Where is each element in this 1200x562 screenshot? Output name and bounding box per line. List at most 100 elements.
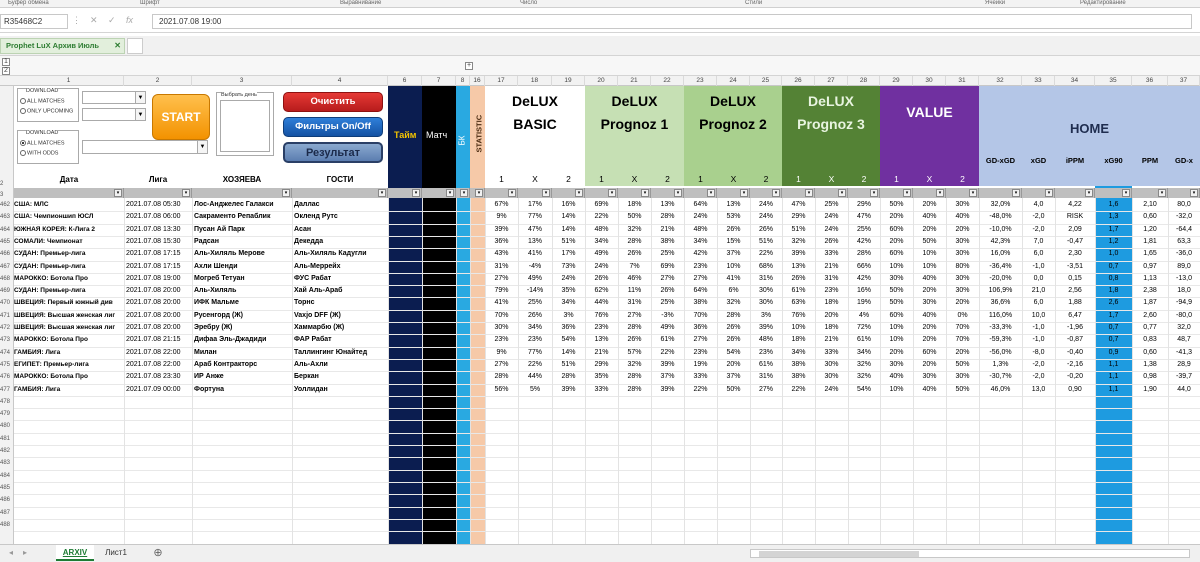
filter-dropdown-icon[interactable]: ▾ <box>508 189 516 197</box>
cell-value[interactable]: 23% <box>684 347 717 359</box>
row-number[interactable]: 478 <box>0 396 14 408</box>
cell-value[interactable]: 32,0% <box>979 199 1022 211</box>
cell-value[interactable]: 1,6 <box>1095 199 1132 211</box>
cell-value[interactable]: 0,60 <box>1132 211 1168 223</box>
cell-value[interactable]: 0,7 <box>1095 261 1132 273</box>
cell-value[interactable]: -0,40 <box>1055 347 1095 359</box>
column-number[interactable]: 36 <box>1132 76 1168 86</box>
cell-value[interactable]: 27% <box>618 310 651 322</box>
cell-value[interactable]: 23% <box>815 285 848 297</box>
cell-value[interactable]: 36% <box>552 322 585 334</box>
cell-value[interactable]: 32% <box>848 359 880 371</box>
namebox-dropdown-icon[interactable]: ⋮ <box>72 15 81 26</box>
row-number[interactable]: 480 <box>0 420 14 432</box>
cell-value[interactable]: 28% <box>618 371 651 383</box>
cell-home-team[interactable]: Араб Контракторс <box>194 359 292 371</box>
column-number[interactable]: 26 <box>782 76 815 86</box>
cell-value[interactable]: 37% <box>651 371 684 383</box>
row-number[interactable]: 479 <box>0 408 14 420</box>
filter-dropdown-icon[interactable]: ▾ <box>740 189 748 197</box>
cancel-icon[interactable]: ✕ <box>90 15 98 26</box>
cell-value[interactable]: 24% <box>684 211 717 223</box>
cell-home-team[interactable]: Аль-Хиляль Мерове <box>194 248 292 260</box>
row-number[interactable]: 470 <box>0 297 14 309</box>
cell-value[interactable]: 22% <box>585 211 618 223</box>
cell-value[interactable]: 89,0 <box>1168 261 1200 273</box>
cell-value[interactable]: 37% <box>717 371 750 383</box>
cell-away-team[interactable]: ФУС Рабат <box>294 273 388 285</box>
cell-value[interactable]: -2,0 <box>1022 211 1055 223</box>
cell-value[interactable]: 32% <box>782 236 815 248</box>
column-number[interactable]: 8 <box>456 76 470 86</box>
cell-value[interactable]: 21% <box>815 261 848 273</box>
cell-value[interactable]: -41,3 <box>1168 347 1200 359</box>
filter-dropdown-icon[interactable]: ▾ <box>378 189 386 197</box>
sheet-tab-arxiv[interactable]: ARXIV <box>56 545 94 561</box>
cell-league[interactable]: ГАМБИЯ: Лига <box>14 347 122 359</box>
filter-dropdown-icon[interactable]: ▾ <box>969 189 977 197</box>
cell-value[interactable]: -56,0% <box>979 347 1022 359</box>
cell-value[interactable]: 1,88 <box>1055 297 1095 309</box>
cell-value[interactable]: 54% <box>552 334 585 346</box>
cell-away-team[interactable]: Хай Аль-Араб <box>294 285 388 297</box>
cell-value[interactable]: -80,0 <box>1168 310 1200 322</box>
cell-value[interactable]: 2,09 <box>1055 224 1095 236</box>
cell-value[interactable]: 50% <box>913 236 946 248</box>
cell-value[interactable]: 10% <box>880 261 913 273</box>
cell-value[interactable]: 2,56 <box>1055 285 1095 297</box>
cell-value[interactable]: 28% <box>618 384 651 396</box>
filter-dropdown-icon[interactable]: ▾ <box>674 189 682 197</box>
cell-value[interactable]: 1,1 <box>1095 384 1132 396</box>
row-number[interactable]: 482 <box>0 445 14 457</box>
column-number[interactable]: 20 <box>585 76 618 86</box>
cell-value[interactable]: 24% <box>815 211 848 223</box>
cell-value[interactable]: 32,0 <box>1168 322 1200 334</box>
column-number[interactable]: 22 <box>651 76 684 86</box>
cell-league[interactable]: ШВЕЦИЯ: Высшая женская лиг <box>14 322 122 334</box>
cell-value[interactable]: -2,16 <box>1055 359 1095 371</box>
start-button[interactable]: START <box>152 94 210 140</box>
cell-value[interactable]: 0,9 <box>1095 347 1132 359</box>
filter-dropdown-icon[interactable]: ▾ <box>575 189 583 197</box>
cell-value[interactable]: 38% <box>684 297 717 309</box>
cell-value[interactable]: 34% <box>782 347 815 359</box>
cell-value[interactable]: 48% <box>750 334 782 346</box>
cell-away-team[interactable]: Аль-Хиляль Кадугли <box>294 248 388 260</box>
filter-dropdown-icon[interactable]: ▾ <box>446 189 454 197</box>
cell-value[interactable]: 66% <box>848 261 880 273</box>
row-number[interactable]: 483 <box>0 457 14 469</box>
cell-value[interactable]: 24% <box>750 211 782 223</box>
cell-value[interactable]: 10% <box>717 261 750 273</box>
cell-home-team[interactable]: Эребру (Ж) <box>194 322 292 334</box>
tab-scroll-right-icon[interactable]: ▸ <box>20 545 30 561</box>
cell-value[interactable]: 26% <box>717 334 750 346</box>
cell-value[interactable]: 26% <box>618 248 651 260</box>
cell-value[interactable]: 36% <box>684 322 717 334</box>
cell-value[interactable]: 20% <box>913 334 946 346</box>
cell-value[interactable]: 20% <box>946 347 979 359</box>
cell-value[interactable]: -94,9 <box>1168 297 1200 309</box>
row-number[interactable]: 463 <box>0 211 14 223</box>
cell-league[interactable]: США: МЛС <box>14 199 122 211</box>
cell-value[interactable]: 61% <box>651 334 684 346</box>
row-number[interactable]: 487 <box>0 507 14 519</box>
cell-value[interactable]: 41% <box>717 273 750 285</box>
column-number[interactable]: 17 <box>485 76 518 86</box>
cell-value[interactable]: -1,96 <box>1055 322 1095 334</box>
cell-value[interactable]: 1,13 <box>1132 273 1168 285</box>
row-number[interactable]: 484 <box>0 470 14 482</box>
cell-value[interactable]: 60% <box>913 347 946 359</box>
cell-value[interactable]: 22% <box>684 384 717 396</box>
cell-value[interactable]: 40% <box>913 310 946 322</box>
cell-value[interactable]: 20% <box>880 211 913 223</box>
cell-away-team[interactable]: Декедда <box>294 236 388 248</box>
cell-value[interactable]: 62% <box>585 285 618 297</box>
cell-value[interactable]: -3% <box>651 310 684 322</box>
cell-value[interactable]: 18% <box>618 199 651 211</box>
cell-value[interactable]: 22% <box>651 347 684 359</box>
tab-scroll-left-icon[interactable]: ◂ <box>6 545 16 561</box>
cell-value[interactable]: -59,3% <box>979 334 1022 346</box>
cell-league[interactable]: ЮЖНАЯ КОРЕЯ: К-Лига 2 <box>14 224 122 236</box>
cell-value[interactable]: 48,7 <box>1168 334 1200 346</box>
cell-value[interactable]: 27% <box>750 384 782 396</box>
